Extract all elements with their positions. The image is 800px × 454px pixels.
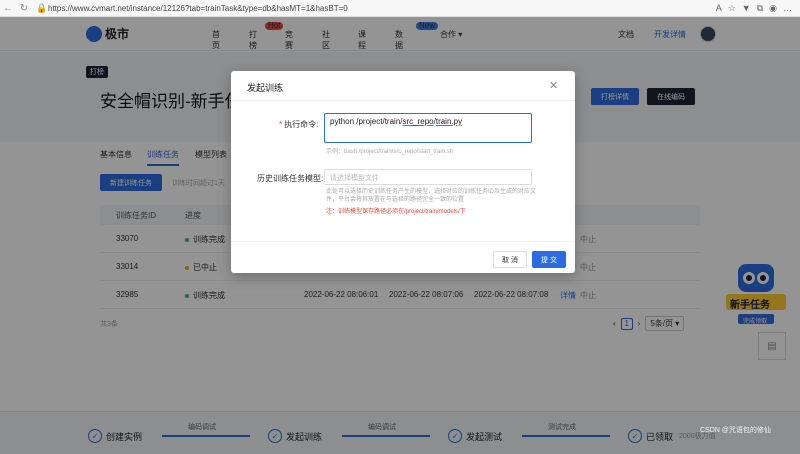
command-example: 示例：bash /project/train/src_repo/start_tr… xyxy=(326,149,454,155)
dialog-divider xyxy=(231,100,575,101)
browser-toolbar: ← ↻ 🔒 https://www.cvmart.net/instance/12… xyxy=(0,0,800,17)
extension-icon[interactable]: ▼ xyxy=(742,3,751,14)
submit-button[interactable]: 提 交 xyxy=(532,251,566,268)
lock-icon: 🔒 xyxy=(36,2,48,13)
more-icon[interactable]: … xyxy=(783,3,792,14)
cmd-label: * 执行命令: xyxy=(279,120,319,129)
command-input[interactable]: python /project/train/src_repo/train.py xyxy=(324,113,532,143)
refresh-icon[interactable]: ↻ xyxy=(16,0,32,16)
start-training-dialog: 发起训练 ✕ * 执行命令: python /project/train/src_… xyxy=(231,71,575,273)
favorite-icon[interactable]: ☆ xyxy=(728,3,736,14)
dialog-title: 发起训练 xyxy=(247,83,284,93)
collections-icon[interactable]: ⧉ xyxy=(757,3,763,14)
history-model-select[interactable]: 请选择模型文件 xyxy=(324,169,532,185)
watermark: CSDN @咒语包的修仙 xyxy=(700,427,771,434)
address-bar[interactable]: 🔒 https://www.cvmart.net/instance/12126?… xyxy=(36,2,716,15)
dialog-footer-divider xyxy=(231,241,575,242)
close-icon[interactable]: ✕ xyxy=(549,79,558,92)
history-help-text: 此处可以选择历史训练任务产生的模型，选择对应的训练任务ID及生成的对应文件，平台… xyxy=(326,189,537,203)
read-aloud-icon[interactable]: A xyxy=(716,3,722,14)
model-path-note: 注：训练模型保存路径必须在/project/train/models/下 xyxy=(326,209,466,215)
cancel-button[interactable]: 取 消 xyxy=(493,251,527,268)
url-text: https://www.cvmart.net/instance/12126?ta… xyxy=(48,3,348,13)
profile-icon[interactable]: ◉ xyxy=(769,3,777,14)
back-icon[interactable]: ← xyxy=(0,0,16,16)
history-model-label: 历史训练任务模型: xyxy=(257,174,324,183)
